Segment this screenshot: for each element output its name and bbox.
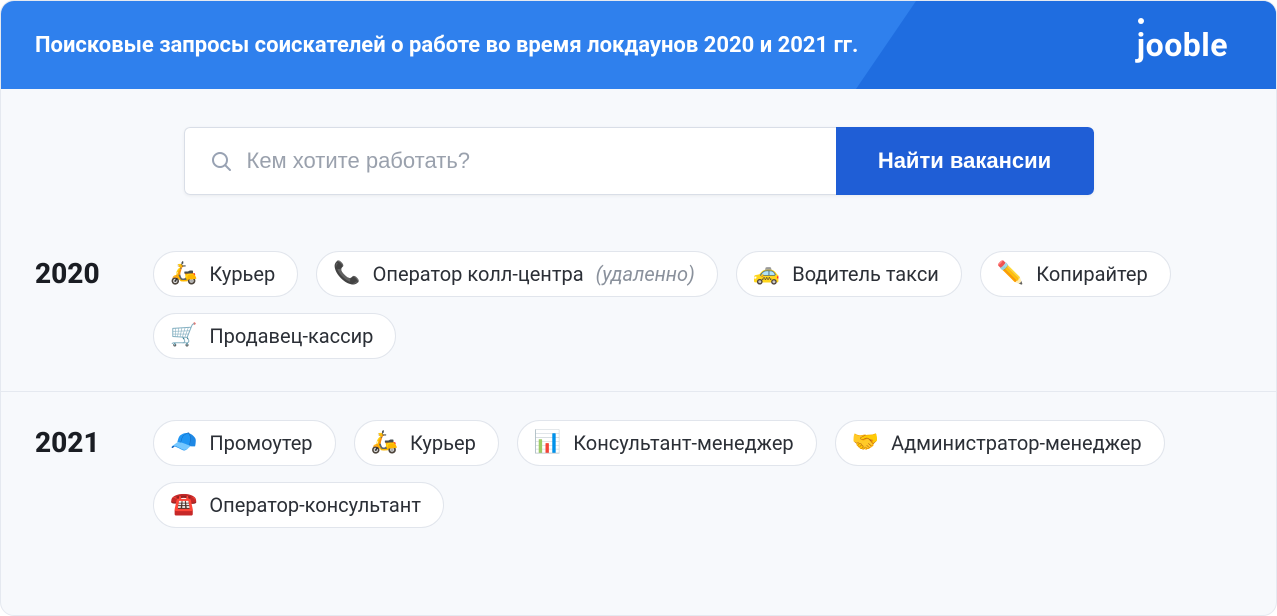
header: Поисковые запросы соискателей о работе в… xyxy=(1,1,1276,89)
handshake-icon: 🤝 xyxy=(852,432,879,454)
chip-taxi-driver: 🚕 Водитель такси xyxy=(736,251,962,297)
brand-logo: jooble xyxy=(1137,26,1228,64)
phone-icon: 📞 xyxy=(333,263,360,285)
scooter-icon: 🛵 xyxy=(170,263,197,285)
chip-courier: 🛵 Курьер xyxy=(354,420,499,466)
chip-label: Продавец-кассир xyxy=(209,324,373,348)
brand-rest: ooble xyxy=(1146,26,1228,64)
search-input[interactable] xyxy=(247,148,812,174)
infographic-card: Поисковые запросы соискателей о работе в… xyxy=(0,0,1277,616)
chip-promoter: 🧢 Промоутер xyxy=(153,420,336,466)
header-title: Поисковые запросы соискателей о работе в… xyxy=(35,33,858,58)
chip-label: Курьер xyxy=(209,262,275,286)
telephone-icon: ☎️ xyxy=(170,494,197,516)
chip-label: Копирайтер xyxy=(1036,262,1147,286)
cart-icon: 🛒 xyxy=(170,325,197,347)
chart-icon: 📊 xyxy=(534,432,561,454)
chip-label: Промоутер xyxy=(209,431,312,455)
chip-operator-consultant: ☎️ Оператор-консультант xyxy=(153,482,444,528)
chip-label: Оператор колл-центра xyxy=(373,262,584,286)
year-section-2020: 2020 🛵 Курьер 📞 Оператор колл-центра (уд… xyxy=(1,223,1276,392)
year-label: 2021 xyxy=(35,420,153,459)
chip-copywriter: ✏️ Копирайтер xyxy=(980,251,1171,297)
chip-consultant-manager: 📊 Консультант-менеджер xyxy=(517,420,817,466)
chip-label: Курьер xyxy=(410,431,476,455)
search-input-wrap xyxy=(184,127,836,195)
scooter-icon: 🛵 xyxy=(371,432,398,454)
taxi-icon: 🚕 xyxy=(753,263,780,285)
chip-cashier: 🛒 Продавец-кассир xyxy=(153,313,396,359)
chip-label: Водитель такси xyxy=(792,262,939,286)
chip-label: Консультант-менеджер xyxy=(573,431,793,455)
chip-call-operator: 📞 Оператор колл-центра (удаленно) xyxy=(316,251,718,297)
search-button[interactable]: Найти вакансии xyxy=(836,127,1094,195)
chip-row-2021: 🧢 Промоутер 🛵 Курьер 📊 Консультант-менед… xyxy=(153,420,1242,528)
year-section-2021: 2021 🧢 Промоутер 🛵 Курьер 📊 Консультант-… xyxy=(1,392,1276,560)
chip-courier: 🛵 Курьер xyxy=(153,251,298,297)
brand-j: j xyxy=(1137,26,1146,64)
cap-icon: 🧢 xyxy=(170,432,197,454)
pencil-icon: ✏️ xyxy=(997,263,1024,285)
year-label: 2020 xyxy=(35,251,153,290)
chip-row-2020: 🛵 Курьер 📞 Оператор колл-центра (удаленн… xyxy=(153,251,1242,359)
chip-admin-manager: 🤝 Администратор-менеджер xyxy=(835,420,1165,466)
search-bar: Найти вакансии xyxy=(1,89,1276,223)
search-container: Найти вакансии xyxy=(184,127,1094,195)
chip-suffix: (удаленно) xyxy=(596,262,695,286)
search-icon xyxy=(209,149,233,173)
chip-label: Оператор-консультант xyxy=(209,493,421,517)
chip-label: Администратор-менеджер xyxy=(891,431,1142,455)
